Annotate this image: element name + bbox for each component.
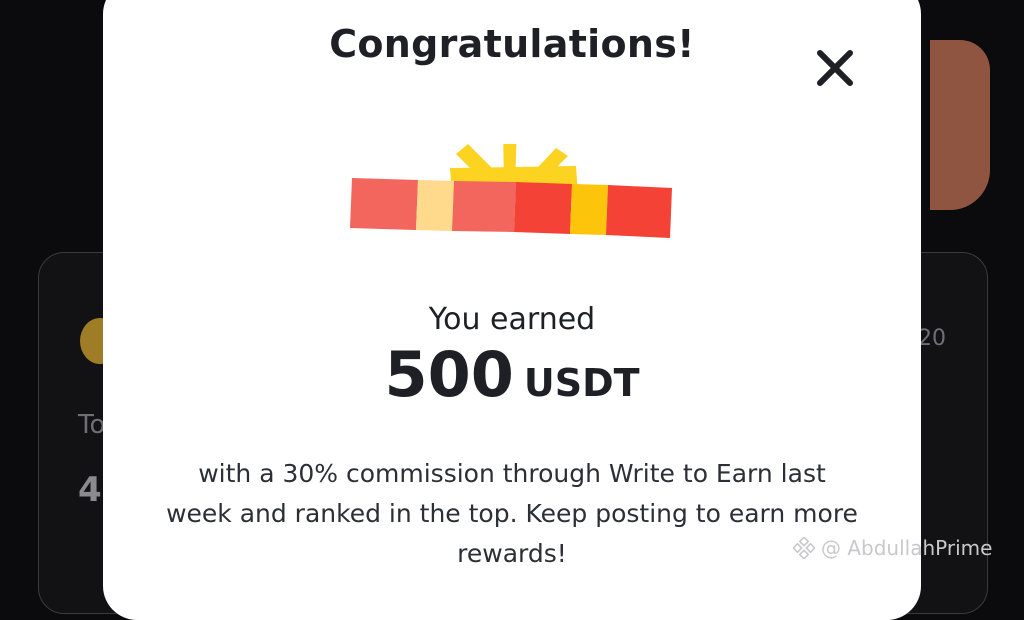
binance-logo-icon	[793, 537, 815, 559]
reward-amount: 500 USDT	[103, 338, 921, 411]
background-label: To	[78, 410, 106, 440]
watermark-text: @ AbdullahPrime	[821, 536, 993, 560]
amount-currency: USDT	[523, 361, 640, 405]
watermark: @ AbdullahPrime	[793, 536, 992, 560]
background-number: 20	[918, 326, 946, 351]
close-button[interactable]	[815, 48, 855, 88]
close-icon	[817, 50, 853, 86]
earned-label: You earned	[428, 302, 596, 337]
congratulations-modal: Congratulations! You earned 500 USDT with…	[103, 0, 921, 620]
reward-message: with a 30% commission through Write to E…	[166, 459, 858, 568]
background-decoration	[930, 40, 990, 210]
amount-value: 500	[384, 338, 514, 411]
background-value: 4	[78, 470, 102, 510]
gift-icon	[350, 144, 672, 238]
modal-title: Congratulations!	[329, 22, 695, 66]
